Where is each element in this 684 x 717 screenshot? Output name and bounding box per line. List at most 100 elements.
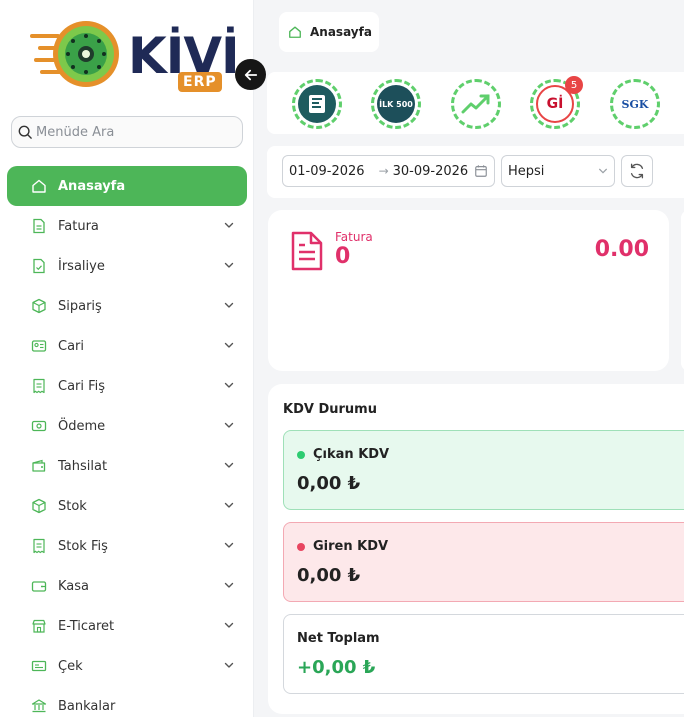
incoming-kdv-value: 0,00 ₺: [297, 565, 361, 586]
stock-receipt-icon: [31, 538, 47, 554]
quick-links-bar: İLK 500 Gİ 5 SGK: [267, 72, 684, 134]
sidebar-item-invoice[interactable]: Fatura: [7, 206, 247, 246]
ilk-500-icon: İLK 500: [377, 85, 415, 123]
home-icon: [31, 178, 47, 194]
sidebar-item-cash-box[interactable]: Kasa: [7, 566, 247, 606]
breadcrumb-label: Anasayfa: [310, 25, 372, 39]
gib-label: Gİ: [546, 96, 564, 112]
sidebar-item-payment[interactable]: Ödeme: [7, 406, 247, 446]
payment-icon: [31, 418, 47, 434]
end-date[interactable]: 30-09-2026: [393, 164, 469, 179]
contact-card-icon: [31, 338, 47, 354]
sidebar-item-cheque[interactable]: Çek: [7, 646, 247, 686]
collapse-sidebar-button[interactable]: [235, 59, 266, 90]
date-range-picker[interactable]: 01-09-2026 → 30-09-2026: [282, 155, 495, 187]
chevron-down-icon: [223, 219, 235, 231]
incoming-kdv-label: Giren KDV: [313, 539, 389, 554]
sidebar-item-label: Stok: [58, 498, 87, 514]
net-total-label: Net Toplam: [297, 631, 380, 646]
quick-link-gib[interactable]: Gİ 5: [530, 76, 583, 129]
sgk-label: SGK: [621, 97, 649, 111]
breadcrumb[interactable]: Anasayfa: [279, 12, 379, 52]
quick-link-growth-chart[interactable]: [451, 79, 501, 129]
net-total-box: Net Toplam +0,00 ₺: [283, 614, 684, 694]
outgoing-kdv-box: Çıkan KDV 0,00 ₺: [283, 430, 684, 510]
sidebar: KİVİ ERP Anasayfa Fatura İrsaliye Sipariş Ca…: [0, 0, 254, 717]
sidebar-menu: Anasayfa Fatura İrsaliye Sipariş Cari Cari Fi…: [7, 166, 247, 717]
sidebar-item-label: Tahsilat: [58, 458, 108, 474]
invoice-label: Fatura: [335, 230, 373, 244]
green-dot-icon: [297, 450, 305, 459]
growth-chart-icon: [457, 85, 495, 123]
sidebar-item-label: Anasayfa: [58, 178, 126, 194]
quick-link-ilk-500[interactable]: İLK 500: [371, 79, 421, 129]
cheque-icon: [31, 658, 47, 674]
cash-box-icon: [31, 578, 47, 594]
refresh-button[interactable]: [621, 155, 653, 187]
sidebar-item-stock-receipt[interactable]: Stok Fiş: [7, 526, 247, 566]
outgoing-kdv-label: Çıkan KDV: [313, 447, 390, 462]
chevron-down-icon: [223, 619, 235, 631]
start-date[interactable]: 01-09-2026: [289, 164, 365, 179]
sidebar-item-box[interactable]: Sipariş: [7, 286, 247, 326]
chevron-down-icon: [223, 459, 235, 471]
type-select[interactable]: Hepsi: [501, 155, 615, 187]
logo-erp-badge: ERP: [178, 72, 222, 92]
receipt-icon: [31, 378, 47, 394]
kdv-status-card: KDV Durumu Çıkan KDV 0,00 ₺ Giren KDV 0,…: [268, 384, 684, 714]
sidebar-item-bank[interactable]: Bankalar: [7, 686, 247, 717]
red-dot-icon: [297, 542, 305, 551]
chevron-down-icon: [223, 499, 235, 511]
sidebar-item-label: Cari: [58, 338, 84, 354]
sidebar-item-label: Cari Fiş: [58, 378, 106, 394]
bank-icon: [31, 698, 47, 714]
kiwi-logo-icon: [30, 21, 119, 87]
notification-badge: 5: [565, 76, 583, 94]
home-icon: [289, 26, 301, 38]
sidebar-item-store[interactable]: E-Ticaret: [7, 606, 247, 646]
incoming-kdv-box: Giren KDV 0,00 ₺: [283, 522, 684, 602]
chevron-down-icon: [223, 339, 235, 351]
chevron-down-icon: [223, 379, 235, 391]
invoice-summary-card[interactable]: Fatura 0 0.00: [268, 210, 669, 371]
chevron-down-icon: [223, 659, 235, 671]
sidebar-item-home[interactable]: Anasayfa: [7, 166, 247, 206]
sidebar-item-receipt[interactable]: Cari Fiş: [7, 366, 247, 406]
store-icon: [31, 618, 47, 634]
filter-bar: 01-09-2026 → 30-09-2026 Hepsi: [267, 146, 684, 198]
chevron-down-icon: [223, 299, 235, 311]
invoice-amount: 0.00: [594, 237, 649, 262]
waybill-icon: [31, 258, 47, 274]
box-icon: [31, 298, 47, 314]
invoice-count: 0: [335, 244, 351, 269]
sidebar-item-label: Çek: [58, 658, 83, 674]
menu-search-field[interactable]: [11, 116, 243, 148]
dashboard-report-icon: [298, 85, 336, 123]
sidebar-item-waybill[interactable]: İrsaliye: [7, 246, 247, 286]
sidebar-item-label: Sipariş: [58, 298, 102, 314]
refresh-icon: [630, 163, 644, 179]
chevron-down-icon: [223, 579, 235, 591]
chevron-down-icon: [223, 259, 235, 271]
quick-link-sgk[interactable]: SGK: [610, 79, 660, 129]
range-arrow-icon: →: [378, 164, 389, 178]
sidebar-item-label: Bankalar: [58, 698, 116, 714]
chevron-down-icon: [599, 168, 607, 174]
chevron-down-icon: [223, 419, 235, 431]
menu-search-input[interactable]: [36, 124, 236, 140]
outgoing-kdv-value: 0,00 ₺: [297, 473, 361, 494]
sgk-icon: SGK: [616, 85, 654, 123]
package-icon: [31, 498, 47, 514]
kdv-title: KDV Durumu: [283, 402, 377, 417]
sidebar-item-label: Stok Fiş: [58, 538, 108, 554]
calendar-icon: [475, 165, 487, 177]
invoice-document-icon: [291, 231, 323, 271]
sidebar-item-contact-card[interactable]: Cari: [7, 326, 247, 366]
arrow-left-icon: [244, 69, 257, 80]
sidebar-item-package[interactable]: Stok: [7, 486, 247, 526]
sidebar-item-wallet[interactable]: Tahsilat: [7, 446, 247, 486]
sidebar-item-label: Kasa: [58, 578, 90, 594]
sidebar-item-label: Ödeme: [58, 418, 106, 434]
quick-link-dashboard-report[interactable]: [292, 79, 342, 129]
kivi-erp-logo[interactable]: KİVİ ERP: [28, 16, 240, 100]
